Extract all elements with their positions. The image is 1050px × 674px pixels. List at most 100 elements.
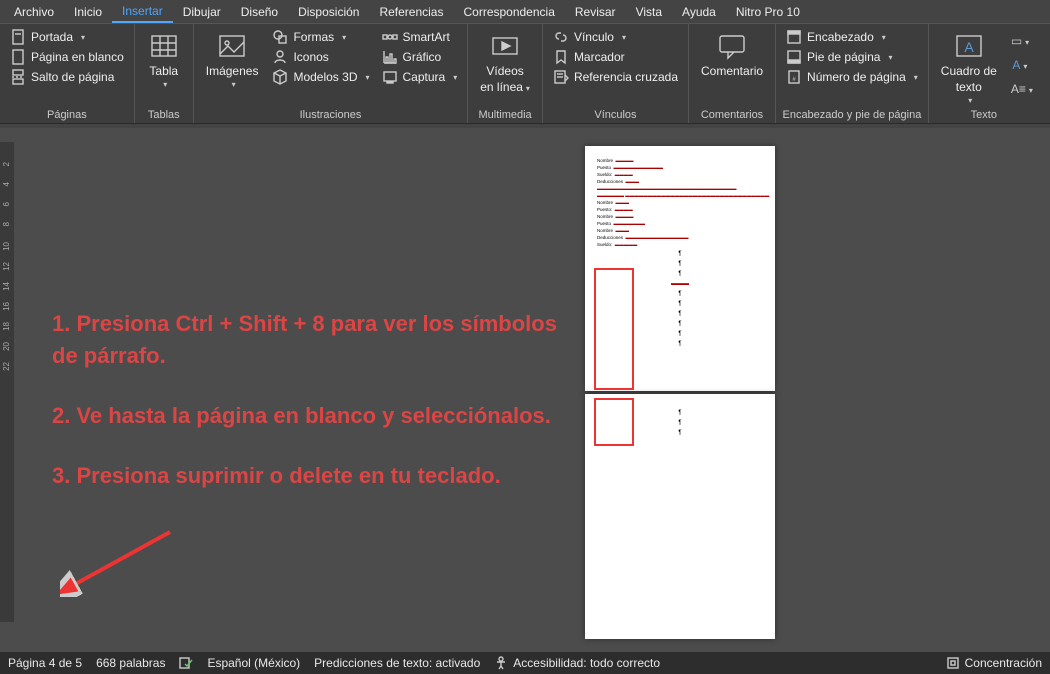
menu-inicio[interactable]: Inicio [64,2,112,22]
comentario-button[interactable]: Comentario [695,28,769,80]
ribbon-label-comentarios: Comentarios [695,107,769,121]
menu-referencias[interactable]: Referencias [369,2,453,22]
vinculo-button[interactable]: Vínculo [549,28,682,46]
portada-label: Portada [31,30,73,44]
chart-icon [382,49,398,65]
menu-disposicion[interactable]: Disposición [288,2,369,22]
status-concentration[interactable]: Concentración [946,656,1042,670]
page-number-icon: # [786,69,802,85]
instruction-step-2: 2. Ve hasta la página en blanco y selecc… [52,400,572,432]
ribbon-label-ilustraciones: Ilustraciones [200,107,461,121]
menu-revisar[interactable]: Revisar [565,2,626,22]
iconos-label: Iconos [293,50,328,64]
marcador-button[interactable]: Marcador [549,48,682,66]
ribbon-group-vinculos: Vínculo Marcador Referencia cruzada Vínc… [543,24,689,123]
referencia-cruzada-button[interactable]: Referencia cruzada [549,68,682,86]
salto-pagina-label: Salto de página [31,70,114,84]
grafico-label: Gráfico [403,50,442,64]
wordart-button[interactable]: A [1011,58,1029,76]
status-language[interactable]: Español (México) [207,656,300,670]
ribbon-group-tablas: Tabla Tablas [135,24,194,123]
menu-diseno[interactable]: Diseño [231,2,288,22]
status-words[interactable]: 668 palabras [96,656,165,670]
instruction-overlay: 1. Presiona Ctrl + Shift + 8 para ver lo… [52,308,572,520]
ribbon-label-encabezado: Encabezado y pie de página [782,107,922,121]
dropcap-button[interactable]: A≡ [1011,82,1029,100]
ruler-vertical: 2 4 6 8 10 12 14 16 18 20 22 [0,142,14,622]
status-concentration-label: Concentración [965,656,1042,670]
status-page[interactable]: Página 4 de 5 [8,656,82,670]
screenshot-icon [382,69,398,85]
modelos3d-label: Modelos 3D [293,70,357,84]
tabla-label: Tabla [149,64,178,78]
footer-icon [786,49,802,65]
menu-vista[interactable]: Vista [626,2,672,22]
menu-bar: Archivo Inicio Insertar Dibujar Diseño D… [0,0,1050,24]
page-icon [10,29,26,45]
pagina-blanco-button[interactable]: Página en blanco [6,48,128,66]
shapes-icon [272,29,288,45]
ruler-v-tick: 2 [2,162,11,166]
instruction-step-3: 3. Presiona suprimir o delete en tu tecl… [52,460,572,492]
crossref-icon [553,69,569,85]
annotation-arrow-icon [60,527,180,597]
iconos-button[interactable]: Iconos [268,48,373,66]
encabezado-button[interactable]: Encabezado [782,28,922,46]
cuadro-texto-button[interactable]: A Cuadro de texto [935,28,1003,107]
referencia-cruzada-label: Referencia cruzada [574,70,678,84]
bookmark-icon [553,49,569,65]
portada-button[interactable]: Portada [6,28,128,46]
page-break-icon [10,69,26,85]
status-bar: Página 4 de 5 668 palabras Español (Méxi… [0,652,1050,674]
numero-pagina-button[interactable]: # Número de página [782,68,922,86]
ribbon-group-comentarios: Comentario Comentarios [689,24,776,123]
ribbon-label-vinculos: Vínculos [549,107,682,121]
status-spellcheck[interactable] [179,656,193,670]
menu-insertar[interactable]: Insertar [112,1,173,23]
menu-correspondencia[interactable]: Correspondencia [453,2,564,22]
quickparts-button[interactable]: ▭ [1011,34,1029,52]
ribbon-label-paginas: Páginas [6,107,128,121]
cube-icon [272,69,288,85]
smartart-button[interactable]: SmartArt [378,28,462,46]
svg-text:#: # [792,77,796,83]
link-icon [553,29,569,45]
imagenes-button[interactable]: Imágenes [200,28,265,91]
annotation-selection-box-2 [594,398,634,446]
ribbon-group-paginas: Portada Página en blanco Salto de página… [0,24,135,123]
header-icon [786,29,802,45]
grafico-button[interactable]: Gráfico [378,48,462,66]
ruler-v-tick: 6 [2,202,11,206]
images-icon [216,30,248,62]
captura-label: Captura [403,70,446,84]
document-area[interactable]: 2 4 6 8 10 12 14 Nombre ▬▬▬▬ Puesto ▬▬▬▬… [0,128,1050,652]
menu-dibujar[interactable]: Dibujar [173,2,231,22]
pie-pagina-button[interactable]: Pie de página [782,48,922,66]
pagina-blanco-label: Página en blanco [31,50,124,64]
focus-icon [946,656,960,670]
videos-button[interactable]: Vídeos en línea [474,28,536,96]
menu-nitro[interactable]: Nitro Pro 10 [726,2,810,22]
ruler-v-tick: 12 [2,262,11,271]
blank-page-icon [10,49,26,65]
cuadro-label: Cuadro de [941,64,997,78]
captura-button[interactable]: Captura [378,68,462,86]
menu-archivo[interactable]: Archivo [4,2,64,22]
ribbon: Portada Página en blanco Salto de página… [0,24,1050,124]
table-icon [148,30,180,62]
ribbon-group-ilustraciones: Imágenes Formas Iconos Modelos 3D [194,24,468,123]
videos-label2: en línea [480,80,530,94]
tabla-button[interactable]: Tabla [141,28,187,91]
menu-ayuda[interactable]: Ayuda [672,2,726,22]
vinculo-label: Vínculo [574,30,614,44]
texto-label: texto [956,80,982,94]
comentario-label: Comentario [701,64,763,78]
status-predictions[interactable]: Predicciones de texto: activado [314,656,480,670]
modelos3d-button[interactable]: Modelos 3D [268,68,373,86]
smartart-label: SmartArt [403,30,450,44]
ruler-v-tick: 8 [2,222,11,226]
formas-button[interactable]: Formas [268,28,373,46]
salto-pagina-button[interactable]: Salto de página [6,68,128,86]
ruler-v-tick: 20 [2,342,11,351]
status-accessibility[interactable]: Accesibilidad: todo correcto [494,656,660,670]
